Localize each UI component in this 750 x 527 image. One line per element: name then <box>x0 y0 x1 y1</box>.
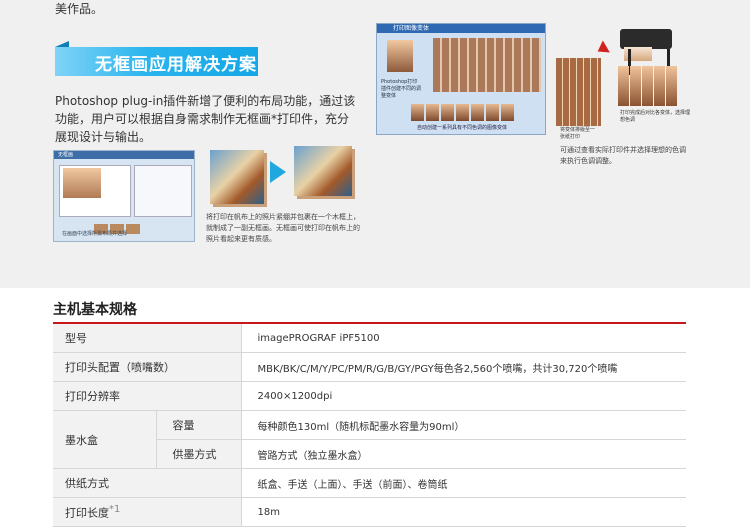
variation-side-label: Photoshop打印插件创建不同的调整变体 <box>381 79 422 99</box>
variation-source-photo <box>387 40 413 72</box>
spec-label: 型号 <box>53 324 241 353</box>
footnote-mark: *1 <box>109 503 121 515</box>
printer-body <box>620 29 672 49</box>
variation-screenshot: 打印图像变体 Photoshop打印插件创建不同的调整变体 自动创建一系列具有不… <box>376 23 546 135</box>
sheet-caption: 将变体排版至一张纸打印 <box>560 127 596 140</box>
variation-caption: 自动创建一系列具有不同色调的图像变体 <box>417 125 508 131</box>
table-row: 墨水盒 容量 每种颜色130ml（随机标配墨水容量为90ml） <box>53 410 686 469</box>
banner-title: 无框画应用解决方案 <box>95 55 257 75</box>
specs-table: 型号 imagePROGRAF iPF5100 打印头配置（喷嘴数） MBK/B… <box>53 324 686 527</box>
table-row: 供纸方式 纸盒、手送（上面）、手送（前面）、卷筒纸 <box>53 468 686 498</box>
tone-adjust-caption: 可通过查看实际打印件并选择理想的色调来执行色调调整。 <box>560 146 686 165</box>
plugin-screenshot: 无框画 在画面中选择所需布局并选择 <box>53 150 195 242</box>
canvas-caption: 将打印在帆布上的照片紧绷并包裹在一个木框上，就制成了一副无框画。无框画可使打印在… <box>206 213 360 243</box>
spec-label: 供纸方式 <box>53 468 241 498</box>
canvas-print-image-before <box>210 150 264 204</box>
variation-grid <box>433 38 541 92</box>
strip-caption: 打印完成后对比各变体，选择理想色调 <box>620 110 691 123</box>
spec-value: 管路方式（独立墨水盒） <box>240 439 686 469</box>
spec-label: 打印头配置（喷嘴数） <box>53 352 241 382</box>
plugin-window-titlebar: 无框画 <box>54 151 194 159</box>
specs-title: 主机基本规格 <box>53 302 137 318</box>
table-row: 打印头配置（喷嘴数） MBK/BK/C/M/Y/PC/PM/R/G/B/GY/P… <box>53 352 686 382</box>
plugin-caption: 在画面中选择所需布局并选择 <box>62 231 128 237</box>
spec-sub-label: 容量 <box>155 410 241 440</box>
variation-row <box>411 104 516 125</box>
spec-value: MBK/BK/C/M/Y/PC/PM/R/G/B/GY/PGY每色各2,560个… <box>240 352 686 382</box>
plugin-settings-panel <box>134 165 192 217</box>
spec-value: 纸盒、手送（上面）、手送（前面）、卷筒纸 <box>240 468 686 498</box>
intro-text-tail: 美作品。 <box>55 2 104 16</box>
spec-value: 每种颜色130ml（随机标配墨水容量为90ml） <box>240 410 686 440</box>
printed-strips <box>618 66 678 110</box>
section-banner: 无框画应用解决方案 <box>55 41 258 76</box>
spec-label: 打印长度 <box>65 506 109 520</box>
spec-sub-label: 供墨方式 <box>155 439 241 469</box>
table-row: 打印长度*1 18m <box>53 497 686 527</box>
spec-value: 2400×1200dpi <box>240 381 686 411</box>
variation-window-titlebar: 打印图像变体 <box>377 24 545 33</box>
printed-variation-sheet <box>556 58 601 126</box>
table-row: 打印分辨率 2400×1200dpi <box>53 381 686 411</box>
spec-label-cell: 打印长度*1 <box>53 497 241 527</box>
spec-value: 18m <box>240 497 686 527</box>
plugin-preview-photo <box>63 168 101 198</box>
feature-description: Photoshop plug-in插件新增了便利的布局功能，通过该功能，用户可以… <box>55 94 356 144</box>
right-arrow-icon <box>270 161 286 183</box>
table-row: 型号 imagePROGRAF iPF5100 <box>53 324 686 353</box>
spec-label: 打印分辨率 <box>53 381 241 411</box>
spec-value: imagePROGRAF iPF5100 <box>240 324 686 353</box>
spec-label: 墨水盒 <box>53 410 156 469</box>
canvas-print-image-after <box>294 146 352 196</box>
